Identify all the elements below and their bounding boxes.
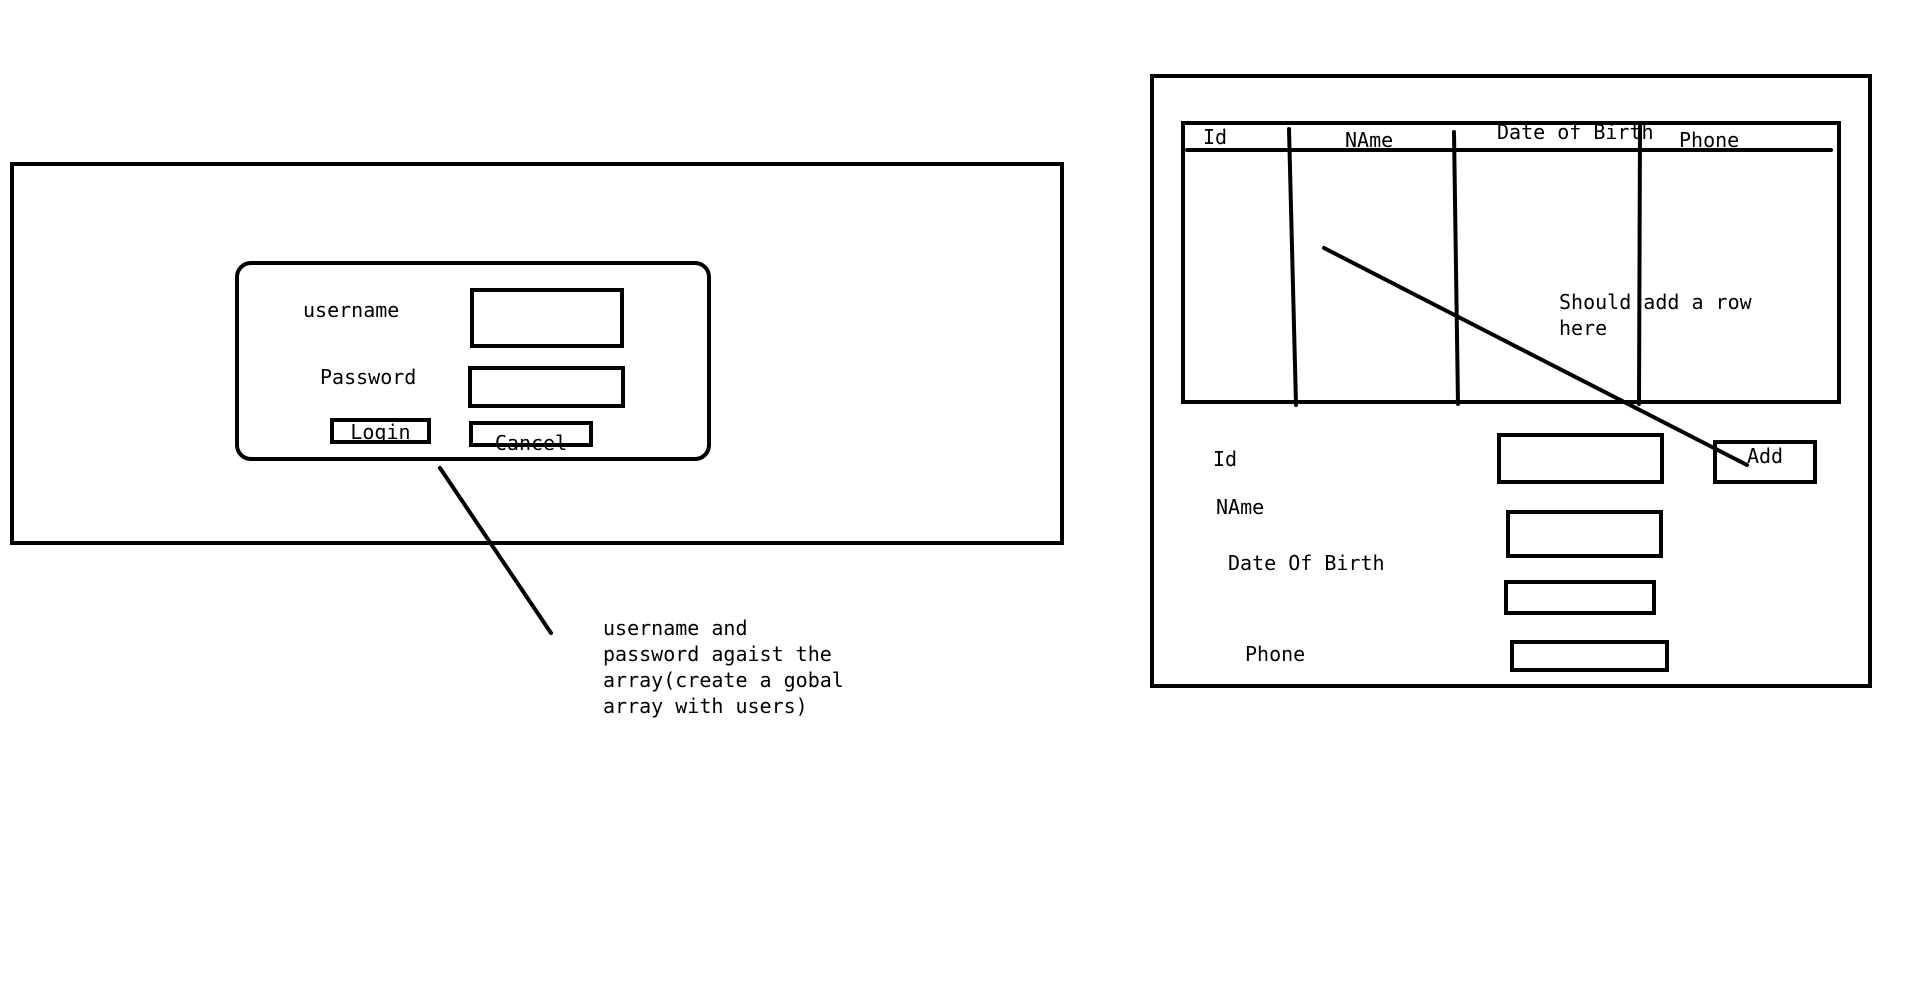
form-label-phone: Phone	[1245, 642, 1306, 666]
table-header-name: NAme	[1345, 128, 1394, 152]
login-button[interactable]: Login	[330, 418, 431, 444]
phone-input[interactable]	[1510, 640, 1669, 672]
username-label: username	[303, 298, 400, 322]
form-label-dob: Date Of Birth	[1228, 551, 1385, 575]
name-input[interactable]	[1506, 510, 1663, 558]
login-annotation-note: username and password agaist the array(c…	[603, 616, 844, 718]
password-input[interactable]	[468, 366, 625, 408]
table-header-id: Id	[1203, 125, 1228, 149]
id-input[interactable]	[1497, 433, 1664, 484]
cancel-button[interactable]: Cancel	[469, 421, 593, 455]
form-label-id: Id	[1213, 447, 1238, 471]
users-table	[1181, 121, 1841, 404]
table-header-dob: Date of Birth	[1497, 120, 1654, 144]
add-button[interactable]: Add	[1713, 440, 1817, 484]
dob-input[interactable]	[1504, 580, 1656, 615]
username-input[interactable]	[470, 288, 624, 348]
table-annotation-note: Should add a row here	[1559, 290, 1752, 340]
table-header-phone: Phone	[1679, 128, 1740, 152]
password-label: Password	[320, 365, 417, 389]
form-label-name: NAme	[1216, 495, 1265, 519]
